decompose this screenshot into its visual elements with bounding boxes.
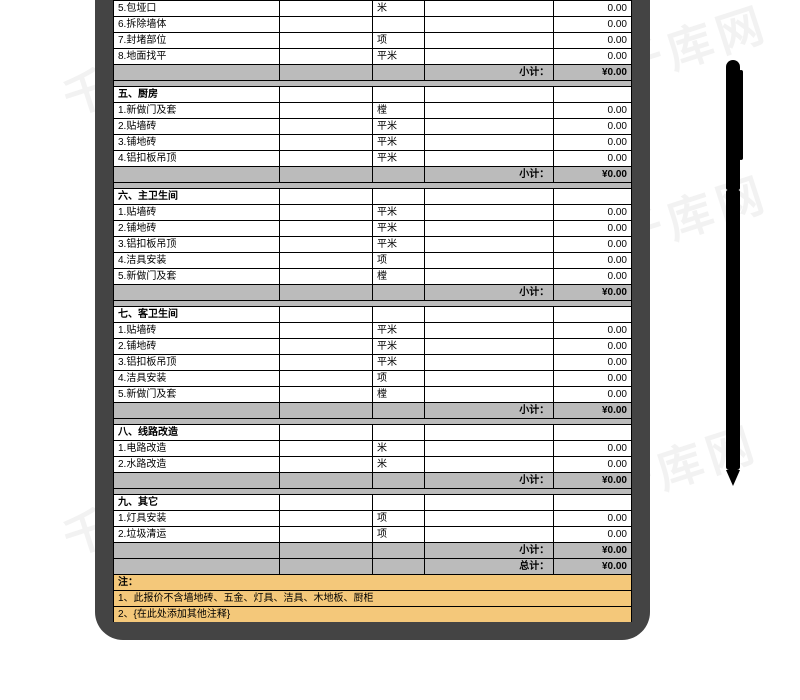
line-item-unit: 平米 [372,49,424,65]
grandtotal-label: 总计： [424,559,554,575]
line-item-amount: 0.00 [554,387,632,403]
section-header: 八、线路改造 [114,425,280,441]
line-item-amount: 0.00 [554,221,632,237]
line-item-amount: 0.00 [554,119,632,135]
line-item-name: 7.封堵部位 [114,33,280,49]
note-line: 2、{在此处添加其他注释} [114,607,632,623]
line-item-name: 6.拆除墙体 [114,17,280,33]
line-item-name: 3.铝扣板吊顶 [114,237,280,253]
line-item-name: 4.铝扣板吊顶 [114,151,280,167]
line-item-unit: 米 [372,457,424,473]
line-item-amount: 0.00 [554,527,632,543]
subtotal-value: ¥0.00 [554,473,632,489]
line-item-name: 2.铺地砖 [114,339,280,355]
line-item-amount: 0.00 [554,1,632,17]
line-item-name: 4.洁具安装 [114,371,280,387]
line-item-name: 5.新做门及套 [114,387,280,403]
line-item-name: 2.水路改造 [114,457,280,473]
line-item-unit: 平米 [372,151,424,167]
line-item-unit: 樘 [372,269,424,285]
line-item-unit: 平米 [372,237,424,253]
line-item-unit: 平米 [372,119,424,135]
line-item-amount: 0.00 [554,237,632,253]
line-item-amount: 0.00 [554,253,632,269]
line-item-name: 2.铺地砖 [114,221,280,237]
line-item-amount: 0.00 [554,339,632,355]
subtotal-value: ¥0.00 [554,543,632,559]
subtotal-label: 小计： [424,285,554,301]
line-item-unit: 米 [372,1,424,17]
line-item-unit: 平米 [372,205,424,221]
line-item-unit: 平米 [372,221,424,237]
section-header: 九、其它 [114,495,280,511]
line-item-name: 1.电路改造 [114,441,280,457]
line-item-name: 1.贴墙砖 [114,323,280,339]
subtotal-label: 小计： [424,473,554,489]
line-item-name: 1.贴墙砖 [114,205,280,221]
line-item-unit: 樘 [372,103,424,119]
notes-header: 注： [114,575,632,591]
line-item-name: 2.贴墙砖 [114,119,280,135]
subtotal-label: 小计： [424,167,554,183]
grandtotal-value: ¥0.00 [554,559,632,575]
line-item-amount: 0.00 [554,205,632,221]
line-item-name: 4.洁具安装 [114,253,280,269]
line-item-unit: 项 [372,253,424,269]
line-item-amount: 0.00 [554,511,632,527]
line-item-name: 3.铝扣板吊顶 [114,355,280,371]
subtotal-value: ¥0.00 [554,167,632,183]
line-item-amount: 0.00 [554,269,632,285]
subtotal-label: 小计： [424,543,554,559]
line-item-unit [372,17,424,33]
line-item-name: 1.灯具安装 [114,511,280,527]
line-item-unit: 平米 [372,135,424,151]
line-item-amount: 0.00 [554,135,632,151]
line-item-amount: 0.00 [554,457,632,473]
document-paper: 5.包垭口米0.006.拆除墙体0.007.封堵部位项0.008.地面找平平米0… [113,0,632,622]
line-item-amount: 0.00 [554,33,632,49]
line-item-unit: 米 [372,441,424,457]
line-item-unit: 樘 [372,387,424,403]
line-item-unit: 项 [372,371,424,387]
line-item-amount: 0.00 [554,17,632,33]
line-item-amount: 0.00 [554,49,632,65]
line-item-unit: 平米 [372,355,424,371]
line-item-name: 5.包垭口 [114,1,280,17]
line-item-name: 3.铺地砖 [114,135,280,151]
line-item-amount: 0.00 [554,103,632,119]
line-item-unit: 项 [372,511,424,527]
section-header: 六、主卫生间 [114,189,280,205]
subtotal-value: ¥0.00 [554,65,632,81]
subtotal-label: 小计： [424,65,554,81]
line-item-amount: 0.00 [554,355,632,371]
subtotal-value: ¥0.00 [554,285,632,301]
line-item-unit: 平米 [372,323,424,339]
clipboard-frame: 5.包垭口米0.006.拆除墙体0.007.封堵部位项0.008.地面找平平米0… [95,0,650,640]
section-header: 五、厨房 [114,87,280,103]
line-item-amount: 0.00 [554,323,632,339]
line-item-amount: 0.00 [554,151,632,167]
line-item-unit: 平米 [372,339,424,355]
section-header: 七、客卫生间 [114,307,280,323]
line-item-name: 2.垃圾清运 [114,527,280,543]
line-item-name: 5.新做门及套 [114,269,280,285]
line-item-unit: 项 [372,527,424,543]
line-item-amount: 0.00 [554,371,632,387]
subtotal-value: ¥0.00 [554,403,632,419]
subtotal-label: 小计： [424,403,554,419]
line-item-name: 8.地面找平 [114,49,280,65]
pen-graphic [726,60,740,510]
note-line: 1、此报价不含墙地砖、五金、灯具、洁具、木地板、厨柜 [114,591,632,607]
budget-table: 5.包垭口米0.006.拆除墙体0.007.封堵部位项0.008.地面找平平米0… [113,0,632,622]
line-item-amount: 0.00 [554,441,632,457]
line-item-name: 1.新做门及套 [114,103,280,119]
line-item-unit: 项 [372,33,424,49]
